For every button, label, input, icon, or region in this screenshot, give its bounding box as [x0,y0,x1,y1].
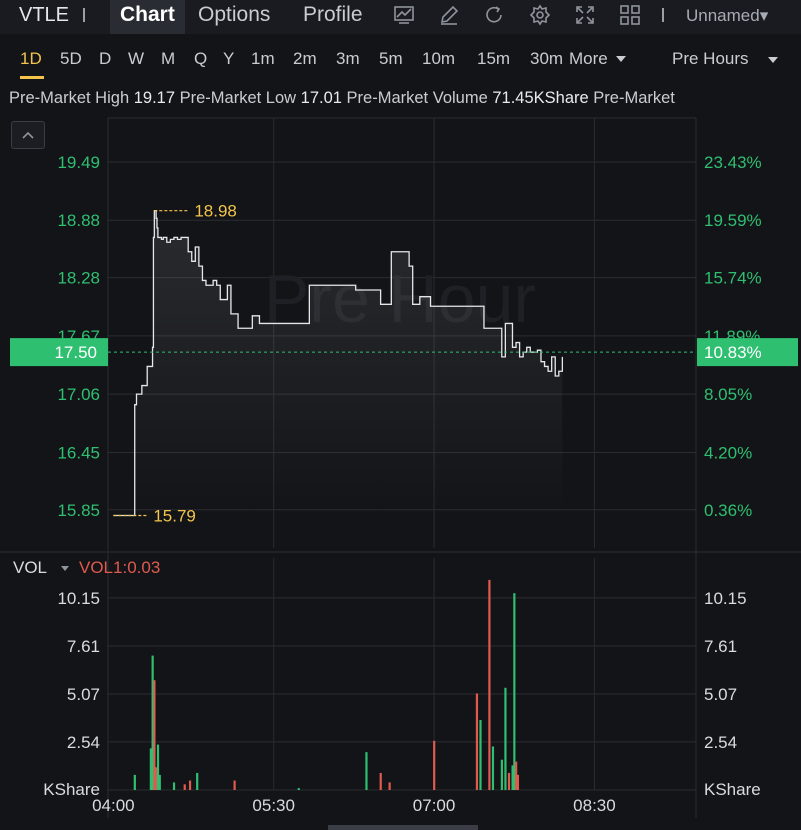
volume-bar [297,788,300,790]
volume-tick-right: 5.07 [704,685,737,704]
volume-tick-left: 5.07 [67,685,100,704]
volume-bar [188,780,192,790]
volume-bar [488,579,491,790]
volume-bar [433,740,436,790]
volume-tick-left: 2.54 [67,733,100,752]
extreme-price-annotation: 15.79 [153,507,196,526]
volume-bar [500,759,503,790]
volume-tick-right: 10.15 [704,589,747,608]
pct-tick-right: 15.74% [704,269,762,288]
volume-bar [388,782,391,790]
price-volume-chart[interactable]: 04:00 05:30 07:00 08:3019.49 23.43%18.88 19.5… [0,0,801,830]
volume-bar [379,772,382,790]
volume-tick-right: 2.54 [704,733,737,752]
volume-bar [183,784,186,790]
volume-unit-right: KShare [704,780,761,799]
pct-tick-right: 4.20% [704,443,752,462]
x-tick-label: 05:30 [252,796,295,815]
chart-scrollbar[interactable] [328,825,478,830]
volume-bar [233,780,236,790]
pct-tick-right: 23.43% [704,153,762,172]
price-tick-left: 16.45 [57,443,100,462]
x-tick-label: 08:30 [573,796,616,815]
volume-unit-left: KShare [43,780,100,799]
volume-bar [513,593,516,790]
volume-bar [133,774,136,790]
volume-indicator-chevron-icon[interactable] [61,566,69,571]
pct-tick-right: 0.36% [704,501,752,520]
volume-bar [365,752,368,790]
price-tick-left: 19.49 [57,153,100,172]
volume-indicator-value: VOL1:0.03 [79,558,161,577]
volume-tick-right: 7.61 [704,637,737,656]
current-pct-label: 10.83% [704,343,762,362]
chevron-up-icon [22,131,34,139]
pct-tick-right: 19.59% [704,211,762,230]
pct-tick-right: 8.05% [704,385,752,404]
volume-bar [172,782,176,790]
volume-bar [491,746,495,790]
volume-bar [516,774,520,790]
collapse-button[interactable] [11,121,45,149]
current-price-label: 17.50 [54,343,97,362]
volume-tick-left: 7.61 [67,637,100,656]
volume-tick-left: 10.15 [57,589,100,608]
x-tick-label: 07:00 [413,796,456,815]
volume-bar [507,772,511,790]
volume-bar [158,774,161,790]
price-tick-left: 15.85 [57,501,100,520]
volume-bar [196,772,199,790]
price-tick-left: 18.88 [57,211,100,230]
volume-bar [475,693,479,790]
extreme-price-annotation: 18.98 [194,202,237,221]
price-tick-left: 18.28 [57,269,100,288]
volume-bar [504,687,507,790]
price-tick-left: 17.06 [57,385,100,404]
volume-indicator-label[interactable]: VOL [13,558,47,578]
volume-bar [479,719,482,790]
price-area [113,210,563,516]
